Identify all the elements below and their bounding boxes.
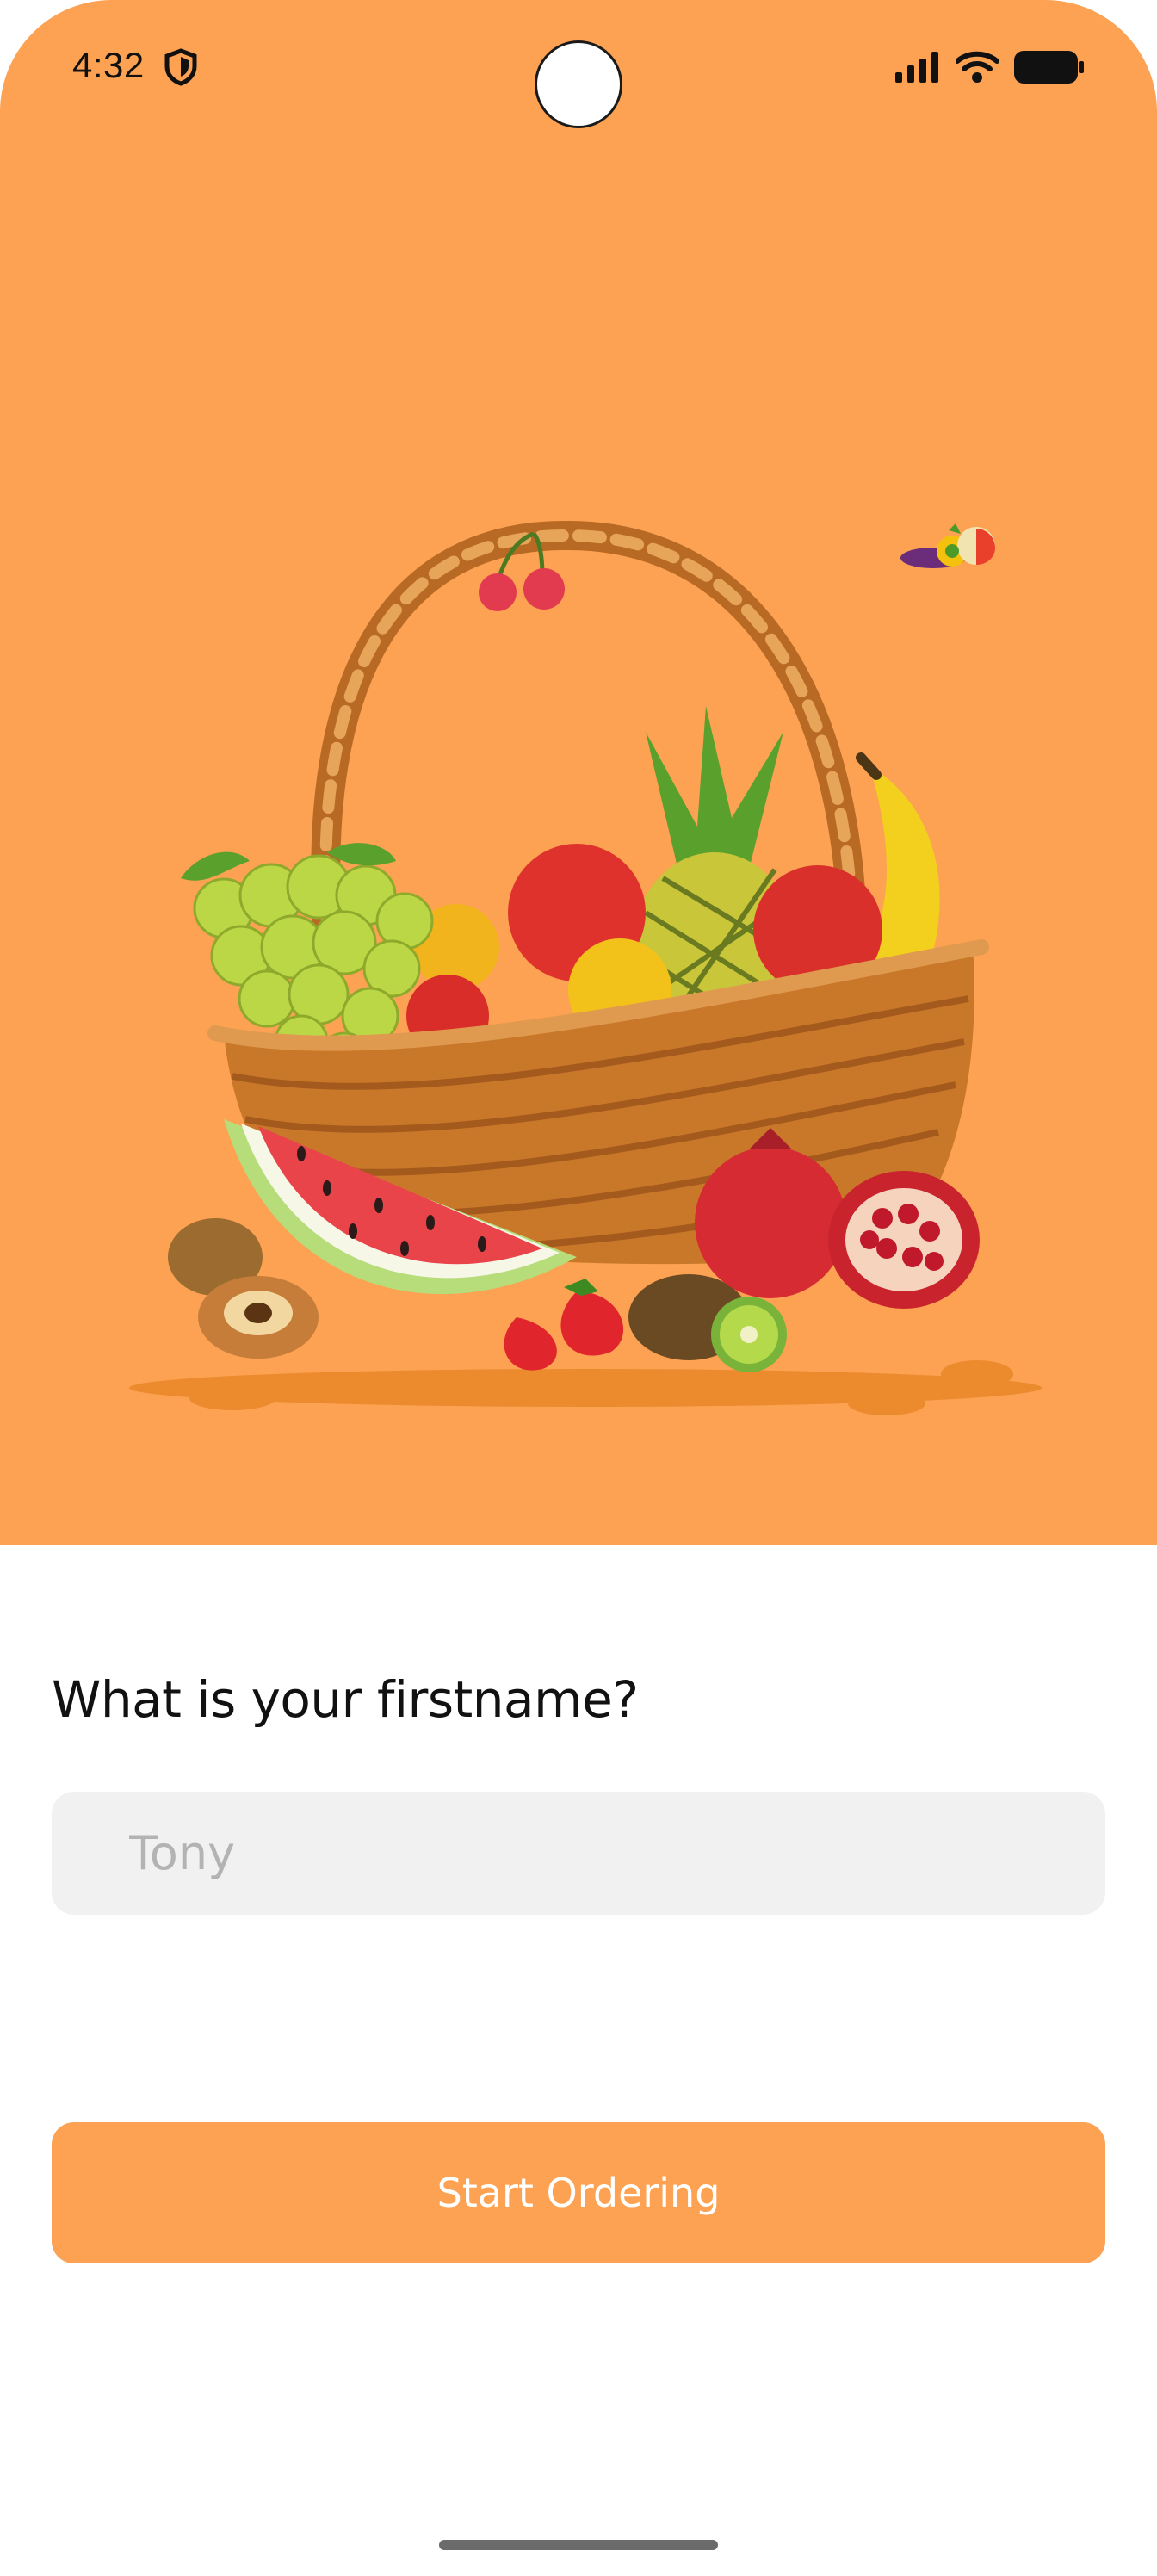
- status-icons: [895, 48, 1085, 86]
- firstname-input[interactable]: [52, 1792, 1105, 1915]
- wifi-icon: [956, 51, 999, 83]
- signal-icon: [895, 52, 938, 83]
- shield-icon: [164, 48, 197, 86]
- firstname-question: What is your firstname?: [52, 1670, 639, 1729]
- start-ordering-button[interactable]: Start Ordering: [52, 2122, 1105, 2263]
- hero-banner: 4:32: [0, 0, 1157, 1545]
- status-time: 4:32: [72, 45, 145, 85]
- battery-icon: [1014, 51, 1084, 84]
- home-indicator[interactable]: [439, 2540, 718, 2550]
- camera-cutout: [537, 43, 620, 126]
- app-screen: 4:32 What is your firstname? Tony Start …: [0, 0, 1157, 2576]
- fruit-basket-illustration: [129, 520, 1042, 1415]
